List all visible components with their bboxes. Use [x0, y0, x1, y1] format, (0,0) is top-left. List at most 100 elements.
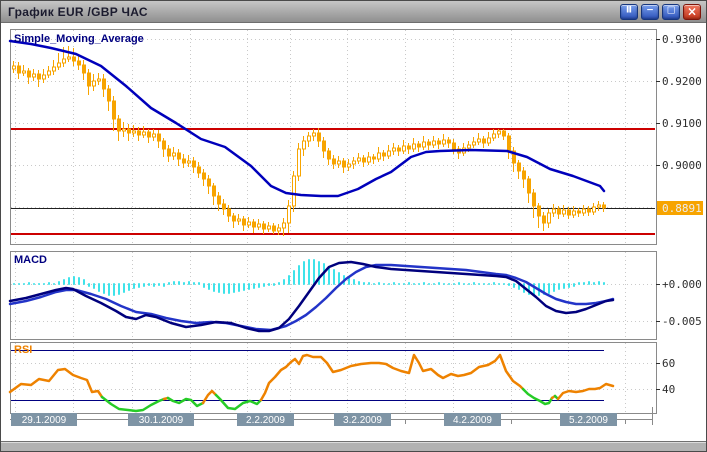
macd-histogram-bar — [63, 279, 65, 285]
close-icon: × — [687, 5, 697, 17]
macd-histogram-bar — [403, 283, 405, 285]
candle-body — [283, 223, 286, 228]
macd-histogram-bar — [233, 283, 235, 293]
maximize-button[interactable]: □ — [662, 4, 680, 20]
minimize-icon: − — [646, 7, 654, 16]
macd-histogram-bar — [93, 283, 95, 289]
title-bar[interactable]: График EUR /GBP ЧАС Ⅱ − □ × — [1, 1, 706, 23]
current-price-label: 0.8891 — [662, 202, 702, 215]
candle-body — [533, 193, 536, 206]
macd-histogram-bar — [318, 261, 320, 285]
minimize-button[interactable]: − — [641, 4, 659, 20]
date-badge-label: 2.2.2009 — [246, 415, 285, 426]
window-bottom-edge — [1, 441, 706, 451]
candle-body — [88, 73, 91, 86]
candle-body — [263, 224, 266, 229]
macd-histogram-bar — [568, 283, 570, 288]
date-badge-label: 4.2.2009 — [453, 415, 492, 426]
window-title: График EUR /GBP ЧАС — [8, 5, 148, 19]
candle-body — [403, 146, 406, 151]
candle-body — [588, 209, 591, 212]
candle-body — [58, 63, 61, 67]
macd-histogram-bar — [138, 283, 140, 288]
candle-body — [213, 186, 216, 196]
candle-body — [128, 129, 131, 133]
macd-histogram-bar — [408, 282, 410, 285]
candle-body — [268, 226, 271, 229]
candle-body — [313, 133, 316, 136]
candle-body — [23, 71, 26, 73]
pause-button[interactable]: Ⅱ — [620, 4, 638, 20]
macd-histogram-bar — [493, 282, 495, 285]
macd-histogram-bar — [558, 283, 560, 290]
candle-body — [528, 179, 531, 193]
macd-histogram-bar — [453, 283, 455, 285]
candle-body — [443, 140, 446, 144]
macd-histogram-bar — [463, 283, 465, 285]
date-badge-label: 5.2.2009 — [569, 415, 608, 426]
macd-histogram-bar — [148, 283, 150, 286]
candle-body — [193, 161, 196, 167]
candle-body — [568, 210, 571, 215]
price-chart[interactable]: Simple_Moving_Average0.93000.92000.91000… — [1, 1, 706, 430]
candle-body — [373, 157, 376, 159]
macd-histogram-bar — [73, 276, 75, 285]
price-tick-label: 0.9000 — [662, 159, 702, 172]
price-tick-label: 0.9300 — [662, 33, 702, 46]
candle-body — [153, 134, 156, 137]
macd-histogram-bar — [198, 282, 200, 285]
macd-histogram-bar — [183, 282, 185, 285]
sma-label: Simple_Moving_Average — [14, 33, 144, 45]
chart-window: График EUR /GBP ЧАС Ⅱ − □ × Simple_Movin… — [0, 0, 707, 452]
candle-body — [248, 222, 251, 225]
candle-body — [343, 161, 346, 167]
rsi-panel[interactable] — [11, 343, 657, 414]
macd-histogram-bar — [228, 283, 230, 294]
candle-body — [393, 148, 396, 151]
macd-histogram-bar — [308, 259, 310, 285]
candle-body — [488, 138, 491, 143]
candle-body — [33, 74, 36, 77]
macd-histogram-bar — [298, 265, 300, 285]
macd-histogram-bar — [283, 279, 285, 285]
candle-body — [293, 176, 296, 206]
candle-body — [53, 67, 56, 71]
candle-body — [233, 216, 236, 221]
candle-body — [148, 132, 151, 137]
candle-body — [503, 131, 506, 136]
macd-histogram-bar — [83, 279, 85, 285]
candle-body — [138, 131, 141, 135]
macd-histogram-bar — [373, 283, 375, 285]
candle-body — [168, 149, 171, 156]
macd-histogram-bar — [258, 283, 260, 288]
macd-histogram-bar — [268, 283, 270, 286]
candle-body — [363, 158, 366, 162]
close-button[interactable]: × — [683, 4, 701, 20]
macd-histogram-bar — [68, 277, 70, 285]
candle-body — [178, 153, 181, 159]
macd-histogram-bar — [38, 283, 40, 285]
candle-body — [308, 136, 311, 141]
macd-histogram-bar — [188, 281, 190, 285]
candle-body — [208, 179, 211, 186]
macd-histogram-bar — [398, 283, 400, 285]
candle-body — [518, 163, 521, 171]
candle-body — [183, 159, 186, 163]
macd-histogram-bar — [78, 277, 80, 285]
macd-histogram-bar — [193, 282, 195, 285]
macd-histogram-bar — [368, 282, 370, 285]
candle-body — [158, 134, 161, 141]
macd-histogram-bar — [158, 283, 160, 286]
macd-histogram-bar — [593, 282, 595, 285]
macd-histogram-bar — [418, 283, 420, 285]
candle-body — [253, 222, 256, 227]
candle-body — [223, 204, 226, 209]
candle-body — [423, 142, 426, 147]
macd-histogram-bar — [28, 282, 30, 285]
maximize-icon: □ — [667, 7, 676, 16]
macd-histogram-bar — [573, 283, 575, 287]
candle-body — [493, 134, 496, 138]
macd-histogram-bar — [238, 283, 240, 292]
macd-histogram-bar — [358, 281, 360, 285]
date-badge-label: 3.2.2009 — [343, 415, 382, 426]
